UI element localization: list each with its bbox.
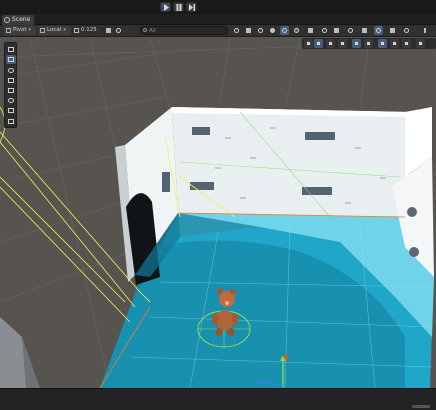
camera-toggle-icon[interactable] <box>416 39 425 48</box>
move-icon[interactable] <box>304 39 313 48</box>
gizmo-toggle-icon[interactable] <box>402 39 411 48</box>
lighting-icon[interactable] <box>320 26 329 35</box>
fx-icon[interactable] <box>390 39 399 48</box>
extra-tool-icon[interactable] <box>6 117 16 126</box>
scene-view-options-icon[interactable] <box>402 26 411 35</box>
scene-icon <box>4 17 10 23</box>
rotate-tool-icon[interactable] <box>6 66 16 75</box>
camera-icon[interactable] <box>388 26 397 35</box>
effects-icon[interactable] <box>346 26 355 35</box>
pivot-icon <box>6 28 11 33</box>
search-field[interactable]: All <box>140 26 228 35</box>
shading-unlit-icon[interactable] <box>292 26 301 35</box>
more-options-icon[interactable] <box>420 26 429 35</box>
transform-tool-icon[interactable] <box>6 96 16 105</box>
chevron-down-icon: ▾ <box>28 27 32 33</box>
2d-toggle-icon[interactable] <box>306 26 315 35</box>
view-tool-icon[interactable] <box>6 45 16 54</box>
layers-icon[interactable] <box>232 26 241 35</box>
rect-icon[interactable] <box>338 39 347 48</box>
play-icon <box>164 4 169 11</box>
pause-icon <box>176 4 182 11</box>
space-icon <box>40 28 45 33</box>
tab-scene[interactable]: Scene <box>2 15 35 25</box>
grid-icon[interactable] <box>244 26 253 35</box>
step-button[interactable] <box>186 2 197 12</box>
pause-button[interactable] <box>173 2 184 12</box>
move-tool-icon[interactable] <box>6 55 16 64</box>
rect-tool-icon[interactable] <box>6 86 16 95</box>
grid-snap-icon[interactable] <box>72 26 81 35</box>
tool-palette <box>4 42 17 128</box>
scene-tab-strip: Scene <box>0 14 436 25</box>
snap-settings-icon[interactable] <box>104 26 113 35</box>
overlay-toolbar <box>302 38 436 49</box>
back-wall <box>172 107 410 217</box>
step-icon <box>189 4 195 11</box>
custom-tool-icon[interactable] <box>6 106 16 115</box>
search-placeholder: All <box>149 28 156 34</box>
bottom-status-bar <box>0 388 436 410</box>
rotate-icon[interactable] <box>314 39 323 48</box>
play-button[interactable] <box>160 2 171 12</box>
scale-icon[interactable] <box>326 39 335 48</box>
audio-toggle-icon[interactable] <box>378 39 387 48</box>
gizmos-icon[interactable] <box>374 26 383 35</box>
lighting-toggle-icon[interactable] <box>364 39 373 48</box>
shading-solid-icon[interactable] <box>268 26 277 35</box>
hidden-objects-icon[interactable] <box>360 26 369 35</box>
chevron-down-icon: ▾ <box>63 27 66 33</box>
scrollbar-thumb[interactable] <box>412 405 430 408</box>
increment-snap-icon[interactable] <box>114 26 123 35</box>
scale-tool-icon[interactable] <box>6 76 16 85</box>
pivot-dropdown[interactable]: Pivot ▾ <box>4 26 37 35</box>
shading-lit-icon[interactable] <box>280 26 289 35</box>
snap-value[interactable]: 0.125 <box>81 26 97 35</box>
play-controls-bar <box>0 0 436 14</box>
transform-icon[interactable] <box>352 39 361 48</box>
search-icon <box>143 28 147 32</box>
scene-toolbar: Pivot ▾ Local ▾ 0.125 All <box>0 25 436 37</box>
scene-viewport[interactable] <box>0 37 436 388</box>
tab-scene-label: Scene <box>12 16 31 23</box>
audio-icon[interactable] <box>332 26 341 35</box>
scene-render[interactable] <box>0 37 436 388</box>
shading-wire-icon[interactable] <box>256 26 265 35</box>
space-dropdown[interactable]: Local ▾ <box>38 26 71 35</box>
pivot-label: Pivot <box>13 27 27 33</box>
space-label: Local <box>47 27 62 33</box>
